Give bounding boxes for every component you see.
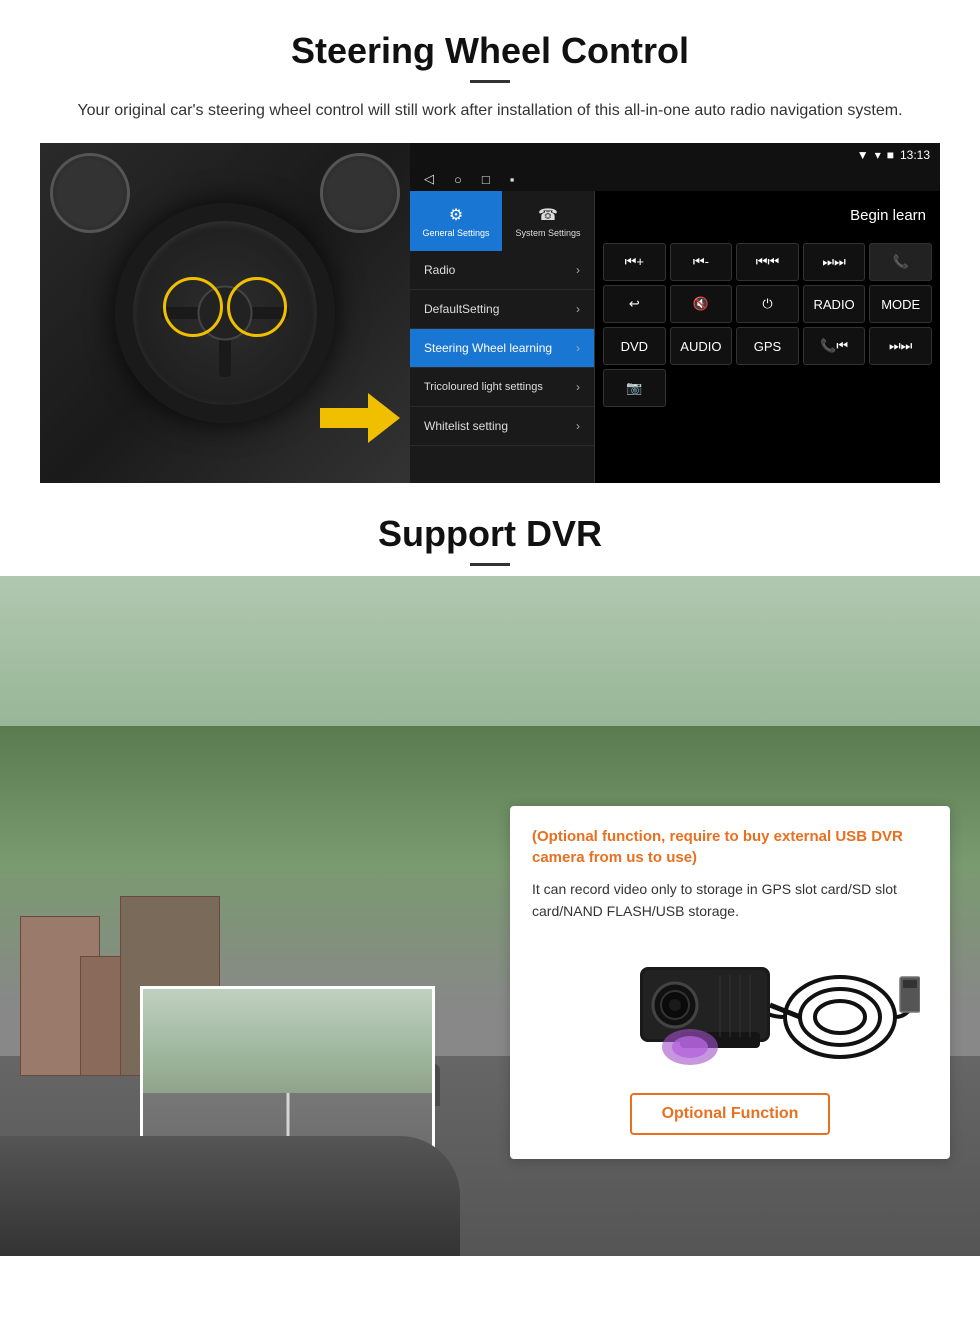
gauge-left — [50, 153, 130, 233]
mute-button[interactable]: 🔇 — [670, 285, 733, 323]
settings-tabs: ⚙ General Settings ☎ System Settings — [410, 191, 594, 251]
settings-nav: ⚙ General Settings ☎ System Settings Rad… — [410, 191, 595, 483]
status-bar: ▼ ▾ ■ 13:13 — [410, 143, 940, 167]
dvd-button[interactable]: DVD — [603, 327, 666, 365]
phone-prev-button[interactable]: 📞⏮ — [803, 327, 866, 365]
section-subtitle: Your original car's steering wheel contr… — [60, 99, 920, 123]
gear-icon: ⚙ — [449, 205, 463, 225]
prev-button[interactable]: ⏮⏮ — [736, 243, 799, 281]
audio-button[interactable]: AUDIO — [670, 327, 733, 365]
title-divider — [470, 80, 510, 83]
nav-item-tricoloured[interactable]: Tricoloured light settings › — [410, 368, 594, 407]
steering-wheel-outer — [115, 203, 335, 423]
arrow-icon — [320, 393, 400, 443]
phone-button[interactable]: 📞 — [869, 243, 932, 281]
general-settings-tab[interactable]: ⚙ General Settings — [410, 191, 502, 251]
mode-button[interactable]: MODE — [869, 285, 932, 323]
begin-learn-area: Begin learn — [595, 191, 940, 239]
radio-button[interactable]: RADIO — [803, 285, 866, 323]
chevron-icon: › — [576, 302, 580, 316]
gps-button[interactable]: GPS — [736, 327, 799, 365]
back-icon[interactable]: ◁ — [424, 171, 434, 187]
arrow-container — [320, 393, 400, 443]
dvr-background: (Optional function, require to buy exter… — [0, 576, 980, 1256]
dvr-title-divider — [470, 563, 510, 566]
dvr-section: Support DVR (Optional function, require … — [0, 483, 980, 1256]
nav-item-steering-wheel[interactable]: Steering Wheel learning › — [410, 329, 594, 368]
nav-item-whitelist[interactable]: Whitelist setting › — [410, 407, 594, 446]
optional-function-title: (Optional function, require to buy exter… — [532, 826, 928, 868]
nav-item-radio[interactable]: Radio › — [410, 251, 594, 290]
dvr-description: It can record video only to storage in G… — [532, 878, 928, 923]
dot-icon[interactable]: ▪ — [510, 172, 515, 187]
android-ui-panel: ▼ ▾ ■ 13:13 ◁ ○ □ ▪ ⚙ Gene — [410, 143, 940, 483]
next-button[interactable]: ⏭⏭ — [803, 243, 866, 281]
system-icon: ☎ — [538, 205, 558, 225]
dashboard-area — [0, 1136, 460, 1256]
highlight-left — [163, 277, 223, 337]
vol-up-button[interactable]: ⏮+ — [603, 243, 666, 281]
gauge-right — [320, 153, 400, 233]
chevron-icon: › — [576, 263, 580, 277]
system-settings-tab[interactable]: ☎ System Settings — [502, 191, 594, 251]
page-title: Steering Wheel Control — [40, 30, 940, 72]
steering-demo-container: ▼ ▾ ■ 13:13 ◁ ○ □ ▪ ⚙ Gene — [40, 143, 940, 483]
steering-wheel-section: Steering Wheel Control Your original car… — [0, 0, 980, 483]
begin-learn-button[interactable]: Begin learn — [850, 207, 926, 224]
dvr-title: Support DVR — [0, 483, 980, 555]
chevron-icon: › — [576, 341, 580, 355]
vol-down-button[interactable]: ⏮- — [670, 243, 733, 281]
power-button[interactable]: ⏻ — [736, 285, 799, 323]
camera-btn[interactable]: 📷 — [603, 369, 666, 407]
next2-button[interactable]: ⏭⏭ — [869, 327, 932, 365]
battery-icon: ■ — [887, 148, 894, 162]
nav-item-default-setting[interactable]: DefaultSetting › — [410, 290, 594, 329]
camera-svg — [540, 937, 920, 1077]
chevron-icon: › — [576, 419, 580, 433]
steering-wheel-photo — [40, 143, 410, 483]
android-nav-bar: ◁ ○ □ ▪ — [410, 167, 940, 191]
steering-controls-panel: Begin learn ⏮+ ⏮- ⏮⏮ ⏭⏭ 📞 ↩ 🔇 ⏻ RADIO — [595, 191, 940, 483]
back-button[interactable]: ↩ — [603, 285, 666, 323]
signal-icon: ▼ — [857, 148, 869, 162]
dvr-camera-illustration — [532, 937, 928, 1077]
optional-function-button[interactable]: Optional Function — [630, 1093, 831, 1135]
dvr-info-box: (Optional function, require to buy exter… — [510, 806, 950, 1159]
recents-icon[interactable]: □ — [482, 172, 490, 187]
wifi-icon: ▾ — [875, 148, 881, 162]
home-icon[interactable]: ○ — [454, 172, 462, 187]
system-settings-label: System Settings — [515, 228, 580, 238]
general-settings-label: General Settings — [422, 228, 489, 238]
highlight-right — [227, 277, 287, 337]
chevron-icon: › — [576, 380, 580, 394]
ui-main-content: ⚙ General Settings ☎ System Settings Rad… — [410, 191, 940, 483]
control-buttons-grid: ⏮+ ⏮- ⏮⏮ ⏭⏭ 📞 ↩ 🔇 ⏻ RADIO MODE DVD AUDIO — [595, 239, 940, 411]
status-time: 13:13 — [900, 148, 930, 162]
